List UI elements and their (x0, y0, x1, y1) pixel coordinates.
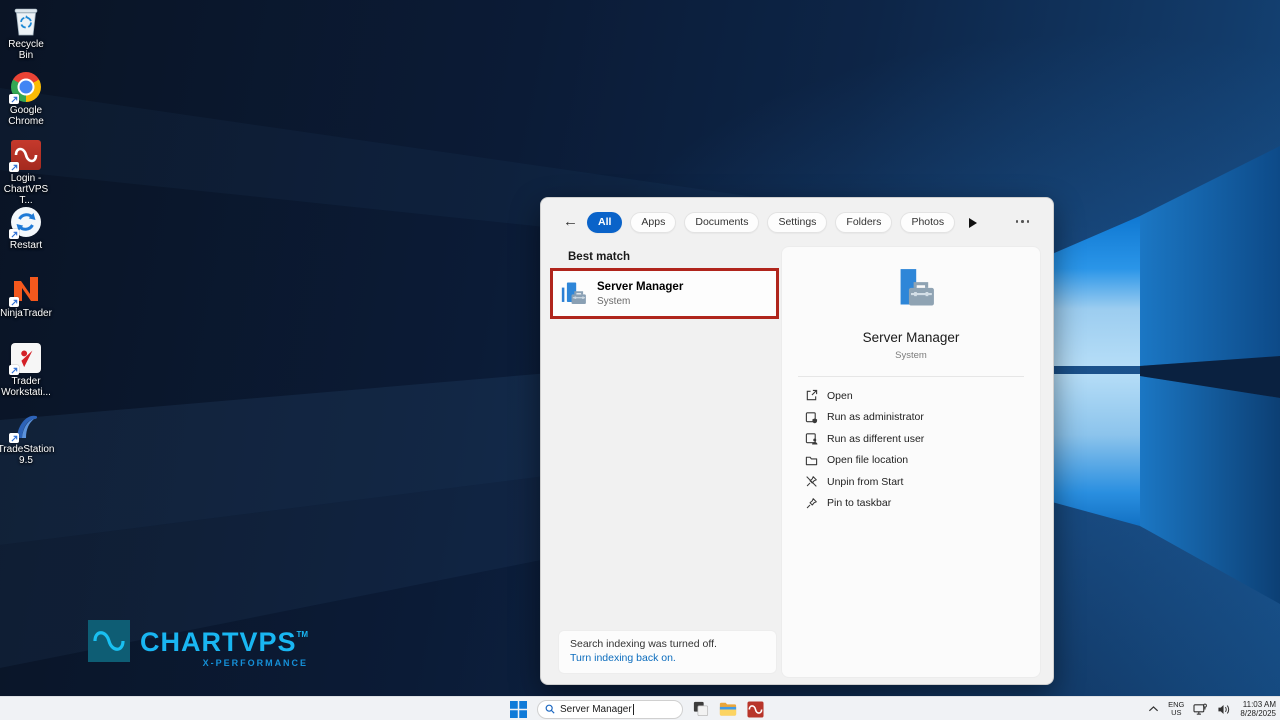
indexing-notice-link[interactable]: Turn indexing back on. (570, 652, 776, 664)
run-as-administrator-icon (804, 410, 818, 424)
shortcut-arrow-icon (9, 297, 19, 307)
brand-tagline: X-PERFORMANCE (202, 658, 309, 668)
desktop-icon-trader-workstation[interactable]: Trader Workstati... (0, 342, 52, 398)
tray-chevron-up-icon[interactable] (1148, 705, 1159, 713)
language-indicator[interactable]: ENG US (1168, 701, 1184, 717)
windows-search-panel: ← All Apps Documents Settings Folders Ph… (540, 197, 1054, 685)
clock[interactable]: 11:03 AM 8/28/2025 (1240, 700, 1276, 719)
desktop-icon-google-chrome[interactable]: Google Chrome (0, 71, 52, 127)
restart-icon (9, 206, 42, 239)
volume-icon[interactable] (1217, 703, 1231, 716)
run-as-different-user-icon (804, 432, 818, 446)
action-open-file-location[interactable]: Open file location (782, 450, 1040, 472)
chartvps-wave-icon (747, 700, 764, 718)
tab-photos[interactable]: Photos (900, 212, 956, 233)
action-open[interactable]: Open (782, 385, 1040, 407)
taskbar-search-input[interactable]: Server Manager (537, 699, 683, 719)
shortcut-arrow-icon (9, 94, 19, 104)
back-icon[interactable]: ← (563, 214, 578, 229)
shortcut-arrow-icon (9, 433, 19, 443)
ninjatrader-icon (9, 274, 42, 307)
trader-workstation-icon (9, 342, 42, 375)
action-run-as-administrator[interactable]: Run as administrator (782, 407, 1040, 429)
shortcut-arrow-icon (9, 365, 19, 375)
text-cursor (632, 703, 634, 715)
chartvps-watermark: CHARTVPSTM X-PERFORMANCE (88, 620, 308, 668)
file-explorer-icon (719, 702, 737, 716)
best-match-title: Server Manager (597, 280, 684, 293)
more-options-icon[interactable] (1015, 220, 1029, 223)
tab-documents[interactable]: Documents (684, 212, 760, 233)
tab-apps[interactable]: Apps (630, 212, 677, 233)
open-icon (804, 389, 818, 403)
best-match-subtitle: System (597, 295, 631, 307)
brand-name: CHARTVPSTM (140, 627, 309, 657)
recycle-bin-icon (10, 5, 42, 37)
result-preview-pane: Server Manager System Open Run as admini… (781, 246, 1041, 678)
desktop-icon-recycle-bin[interactable]: Recycle Bin (0, 5, 52, 61)
preview-subtitle: System (895, 350, 927, 361)
unpin-icon (804, 475, 818, 489)
desktop-icon-tradestation[interactable]: TradeStation 9.5 (0, 410, 54, 466)
action-run-as-different-user[interactable]: Run as different user (782, 428, 1040, 450)
desktop-icon-restart[interactable]: Restart (0, 206, 52, 251)
windows-logo-icon (510, 700, 527, 718)
action-unpin-from-start[interactable]: Unpin from Start (782, 471, 1040, 493)
chartvps-logo-icon (88, 620, 130, 662)
start-button[interactable] (510, 699, 527, 719)
tab-settings[interactable]: Settings (767, 212, 828, 233)
more-tabs-icon[interactable] (969, 217, 978, 228)
chartvps-app-button[interactable] (747, 699, 764, 719)
search-filter-tabs: All Apps Documents Settings Folders Phot… (587, 212, 978, 233)
search-icon (545, 704, 555, 714)
chrome-icon (9, 71, 42, 104)
best-match-result[interactable]: Server Manager System (561, 280, 683, 307)
best-match-heading: Best match (568, 251, 630, 263)
task-view-button[interactable] (693, 699, 709, 719)
preview-title: Server Manager (862, 330, 960, 345)
desktop-icon-ninjatrader[interactable]: NinjaTrader (0, 274, 52, 319)
search-input-value: Server Manager (560, 703, 632, 715)
file-explorer-button[interactable] (719, 699, 737, 719)
shortcut-arrow-icon (9, 229, 19, 239)
network-icon[interactable] (1193, 703, 1208, 716)
task-view-icon (693, 701, 709, 717)
shortcut-arrow-icon (9, 162, 19, 172)
tab-folders[interactable]: Folders (835, 212, 893, 233)
indexing-notice: Search indexing was turned off. Turn ind… (558, 630, 777, 674)
taskbar: Server Manager ENG US 11:03 AM 8/28/2025 (0, 696, 1280, 720)
folder-icon (804, 453, 818, 467)
indexing-notice-text: Search indexing was turned off. (570, 638, 717, 650)
server-manager-icon-large (900, 269, 934, 306)
pin-icon (804, 496, 818, 510)
chartvps-wave-icon (9, 139, 42, 172)
time: 11:03 AM (1242, 699, 1276, 709)
action-pin-to-taskbar[interactable]: Pin to taskbar (782, 493, 1040, 515)
server-manager-icon (561, 282, 586, 305)
tradestation-icon (9, 410, 42, 443)
best-match-annotation-box: Server Manager System (550, 268, 779, 319)
preview-divider (798, 376, 1024, 377)
date: 8/28/2025 (1240, 709, 1276, 718)
tab-all[interactable]: All (587, 212, 623, 233)
desktop-icon-login-chartvps[interactable]: Login - ChartVPS T... (0, 139, 52, 206)
